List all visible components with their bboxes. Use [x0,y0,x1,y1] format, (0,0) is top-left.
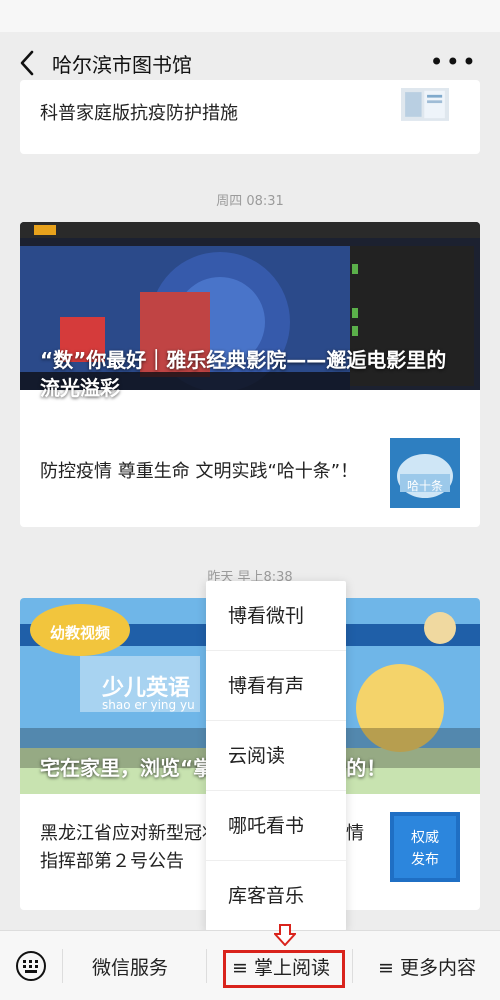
hero-banner-subtitle: shao er ying yu [102,698,195,712]
keyboard-icon[interactable] [14,951,48,981]
article-thumbnail: 权威 发布 [390,812,460,882]
popup-menu: 博看微刊 博看有声 云阅读 哪吒看书 库客音乐 [206,581,346,931]
menu-item[interactable]: 云阅读 [206,721,346,791]
more-options-icon[interactable]: ••• [430,50,478,74]
svg-text:权威: 权威 [411,830,439,846]
hero-logo: 幼教视频 [50,624,111,642]
svg-text:发布: 发布 [411,852,439,868]
back-arrow-icon[interactable] [14,48,42,78]
menu-item[interactable]: 库客音乐 [206,861,346,931]
wechat-service-tab[interactable]: 微信服务 [92,953,168,980]
article-card[interactable]: 科普家庭版抗疫防护措施 [20,80,480,154]
timestamp: 周四 08:31 [216,194,284,209]
menu-item[interactable]: 哪吒看书 [206,791,346,861]
svg-text:哈十条: 哈十条 [407,479,443,493]
article-title[interactable]: 防控疫情 尊重生命 文明实践“哈十条”！ [40,458,358,486]
divider [352,949,353,983]
down-arrow-annotation-icon [274,924,296,946]
article-group-card: “数”你最好｜雅乐经典影院——邂逅电影里的流光溢彩 防控疫情 尊重生命 文明实践… [20,222,480,527]
divider [206,949,207,983]
menu-item[interactable]: 博看微刊 [206,581,346,651]
article-thumbnail: 哈十条 [390,438,460,508]
page-title: 哈尔滨市图书馆 [52,53,192,77]
status-bar [0,0,500,32]
article-thumbnail [401,88,449,121]
tab-label: 更多内容 [399,957,476,979]
menu-item[interactable]: 博看有声 [206,651,346,721]
hero-caption: “数”你最好｜雅乐经典影院——邂逅电影里的流光溢彩 [40,348,447,400]
more-content-tab[interactable]: ≡ 更多内容 [378,953,476,980]
divider [62,949,63,983]
menu-icon: ≡ [378,957,394,979]
article-title: 科普家庭版抗疫防护措施 [40,103,238,124]
highlight-annotation [223,950,345,988]
